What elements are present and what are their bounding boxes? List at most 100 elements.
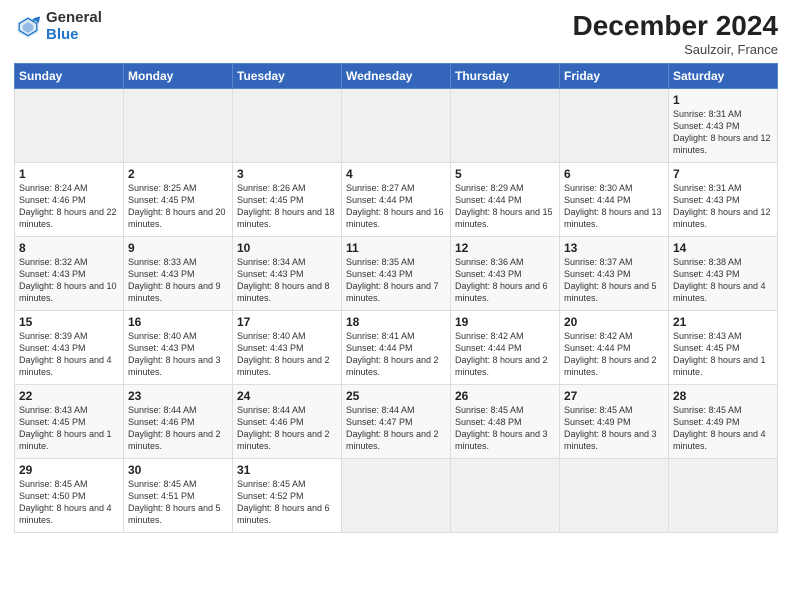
calendar-cell: 17Sunrise: 8:40 AMSunset: 4:43 PMDayligh… — [233, 311, 342, 385]
page: General Blue December 2024 Saulzoir, Fra… — [0, 0, 792, 612]
day-number: 21 — [673, 315, 773, 329]
calendar-cell: 31Sunrise: 8:45 AMSunset: 4:52 PMDayligh… — [233, 459, 342, 533]
day-number: 28 — [673, 389, 773, 403]
week-row-1: 1Sunrise: 8:24 AMSunset: 4:46 PMDaylight… — [15, 163, 778, 237]
cell-info: Sunrise: 8:36 AMSunset: 4:43 PMDaylight:… — [455, 256, 555, 305]
calendar-header: SundayMondayTuesdayWednesdayThursdayFrid… — [15, 64, 778, 89]
cell-info: Sunrise: 8:45 AMSunset: 4:49 PMDaylight:… — [673, 404, 773, 453]
calendar-cell: 16Sunrise: 8:40 AMSunset: 4:43 PMDayligh… — [124, 311, 233, 385]
day-number: 6 — [564, 167, 664, 181]
calendar-cell: 7Sunrise: 8:31 AMSunset: 4:43 PMDaylight… — [669, 163, 778, 237]
cell-info: Sunrise: 8:32 AMSunset: 4:43 PMDaylight:… — [19, 256, 119, 305]
cell-info: Sunrise: 8:34 AMSunset: 4:43 PMDaylight:… — [237, 256, 337, 305]
week-row-3: 15Sunrise: 8:39 AMSunset: 4:43 PMDayligh… — [15, 311, 778, 385]
cell-info: Sunrise: 8:42 AMSunset: 4:44 PMDaylight:… — [455, 330, 555, 379]
logo-text: General Blue — [46, 10, 102, 43]
day-number: 15 — [19, 315, 119, 329]
calendar-cell: 25Sunrise: 8:44 AMSunset: 4:47 PMDayligh… — [342, 385, 451, 459]
cell-info: Sunrise: 8:45 AMSunset: 4:50 PMDaylight:… — [19, 478, 119, 527]
calendar-cell: 27Sunrise: 8:45 AMSunset: 4:49 PMDayligh… — [560, 385, 669, 459]
day-number: 27 — [564, 389, 664, 403]
calendar-cell: 26Sunrise: 8:45 AMSunset: 4:48 PMDayligh… — [451, 385, 560, 459]
cell-info: Sunrise: 8:30 AMSunset: 4:44 PMDaylight:… — [564, 182, 664, 231]
calendar-cell: 4Sunrise: 8:27 AMSunset: 4:44 PMDaylight… — [342, 163, 451, 237]
calendar-body: 1Sunrise: 8:31 AMSunset: 4:43 PMDaylight… — [15, 89, 778, 533]
cell-info: Sunrise: 8:44 AMSunset: 4:47 PMDaylight:… — [346, 404, 446, 453]
calendar-cell: 19Sunrise: 8:42 AMSunset: 4:44 PMDayligh… — [451, 311, 560, 385]
day-number: 29 — [19, 463, 119, 477]
calendar-cell: 28Sunrise: 8:45 AMSunset: 4:49 PMDayligh… — [669, 385, 778, 459]
calendar-cell: 15Sunrise: 8:39 AMSunset: 4:43 PMDayligh… — [15, 311, 124, 385]
calendar-cell: 14Sunrise: 8:38 AMSunset: 4:43 PMDayligh… — [669, 237, 778, 311]
calendar-cell: 11Sunrise: 8:35 AMSunset: 4:43 PMDayligh… — [342, 237, 451, 311]
header-cell-saturday: Saturday — [669, 64, 778, 89]
cell-info: Sunrise: 8:39 AMSunset: 4:43 PMDaylight:… — [19, 330, 119, 379]
cell-info: Sunrise: 8:41 AMSunset: 4:44 PMDaylight:… — [346, 330, 446, 379]
cell-info: Sunrise: 8:45 AMSunset: 4:48 PMDaylight:… — [455, 404, 555, 453]
day-number: 18 — [346, 315, 446, 329]
day-number: 24 — [237, 389, 337, 403]
cell-info: Sunrise: 8:33 AMSunset: 4:43 PMDaylight:… — [128, 256, 228, 305]
day-number: 17 — [237, 315, 337, 329]
calendar-cell: 30Sunrise: 8:45 AMSunset: 4:51 PMDayligh… — [124, 459, 233, 533]
calendar-cell: 29Sunrise: 8:45 AMSunset: 4:50 PMDayligh… — [15, 459, 124, 533]
calendar-cell — [451, 89, 560, 163]
cell-info: Sunrise: 8:38 AMSunset: 4:43 PMDaylight:… — [673, 256, 773, 305]
calendar-table: SundayMondayTuesdayWednesdayThursdayFrid… — [14, 63, 778, 533]
day-number: 26 — [455, 389, 555, 403]
cell-info: Sunrise: 8:26 AMSunset: 4:45 PMDaylight:… — [237, 182, 337, 231]
cell-info: Sunrise: 8:45 AMSunset: 4:49 PMDaylight:… — [564, 404, 664, 453]
header: General Blue December 2024 Saulzoir, Fra… — [14, 10, 778, 57]
cell-info: Sunrise: 8:25 AMSunset: 4:45 PMDaylight:… — [128, 182, 228, 231]
cell-info: Sunrise: 8:43 AMSunset: 4:45 PMDaylight:… — [673, 330, 773, 379]
calendar-cell — [560, 459, 669, 533]
title-block: December 2024 Saulzoir, France — [573, 10, 778, 57]
cell-info: Sunrise: 8:42 AMSunset: 4:44 PMDaylight:… — [564, 330, 664, 379]
calendar-cell — [233, 89, 342, 163]
week-row-5: 29Sunrise: 8:45 AMSunset: 4:50 PMDayligh… — [15, 459, 778, 533]
calendar-cell — [15, 89, 124, 163]
calendar-cell: 18Sunrise: 8:41 AMSunset: 4:44 PMDayligh… — [342, 311, 451, 385]
cell-info: Sunrise: 8:31 AMSunset: 4:43 PMDaylight:… — [673, 108, 773, 157]
header-cell-thursday: Thursday — [451, 64, 560, 89]
calendar-cell: 22Sunrise: 8:43 AMSunset: 4:45 PMDayligh… — [15, 385, 124, 459]
day-number: 4 — [346, 167, 446, 181]
logo: General Blue — [14, 10, 102, 43]
header-cell-sunday: Sunday — [15, 64, 124, 89]
calendar-cell: 23Sunrise: 8:44 AMSunset: 4:46 PMDayligh… — [124, 385, 233, 459]
day-number: 2 — [128, 167, 228, 181]
day-number: 19 — [455, 315, 555, 329]
calendar-cell: 8Sunrise: 8:32 AMSunset: 4:43 PMDaylight… — [15, 237, 124, 311]
logo-general-text: General — [46, 10, 102, 27]
calendar-cell — [342, 459, 451, 533]
day-number: 3 — [237, 167, 337, 181]
calendar-cell: 9Sunrise: 8:33 AMSunset: 4:43 PMDaylight… — [124, 237, 233, 311]
cell-info: Sunrise: 8:24 AMSunset: 4:46 PMDaylight:… — [19, 182, 119, 231]
calendar-cell: 3Sunrise: 8:26 AMSunset: 4:45 PMDaylight… — [233, 163, 342, 237]
day-number: 10 — [237, 241, 337, 255]
day-number: 23 — [128, 389, 228, 403]
week-row-4: 22Sunrise: 8:43 AMSunset: 4:45 PMDayligh… — [15, 385, 778, 459]
day-number: 30 — [128, 463, 228, 477]
calendar-cell: 21Sunrise: 8:43 AMSunset: 4:45 PMDayligh… — [669, 311, 778, 385]
cell-info: Sunrise: 8:27 AMSunset: 4:44 PMDaylight:… — [346, 182, 446, 231]
calendar-cell: 12Sunrise: 8:36 AMSunset: 4:43 PMDayligh… — [451, 237, 560, 311]
cell-info: Sunrise: 8:31 AMSunset: 4:43 PMDaylight:… — [673, 182, 773, 231]
cell-info: Sunrise: 8:37 AMSunset: 4:43 PMDaylight:… — [564, 256, 664, 305]
month-title: December 2024 — [573, 10, 778, 42]
day-number: 14 — [673, 241, 773, 255]
calendar-cell: 5Sunrise: 8:29 AMSunset: 4:44 PMDaylight… — [451, 163, 560, 237]
calendar-cell — [669, 459, 778, 533]
cell-info: Sunrise: 8:44 AMSunset: 4:46 PMDaylight:… — [128, 404, 228, 453]
logo-blue-text: Blue — [46, 27, 102, 44]
calendar-cell: 6Sunrise: 8:30 AMSunset: 4:44 PMDaylight… — [560, 163, 669, 237]
header-cell-monday: Monday — [124, 64, 233, 89]
day-number: 16 — [128, 315, 228, 329]
day-number: 13 — [564, 241, 664, 255]
week-row-0: 1Sunrise: 8:31 AMSunset: 4:43 PMDaylight… — [15, 89, 778, 163]
cell-info: Sunrise: 8:45 AMSunset: 4:51 PMDaylight:… — [128, 478, 228, 527]
day-number: 5 — [455, 167, 555, 181]
day-number: 9 — [128, 241, 228, 255]
cell-info: Sunrise: 8:45 AMSunset: 4:52 PMDaylight:… — [237, 478, 337, 527]
cell-info: Sunrise: 8:43 AMSunset: 4:45 PMDaylight:… — [19, 404, 119, 453]
